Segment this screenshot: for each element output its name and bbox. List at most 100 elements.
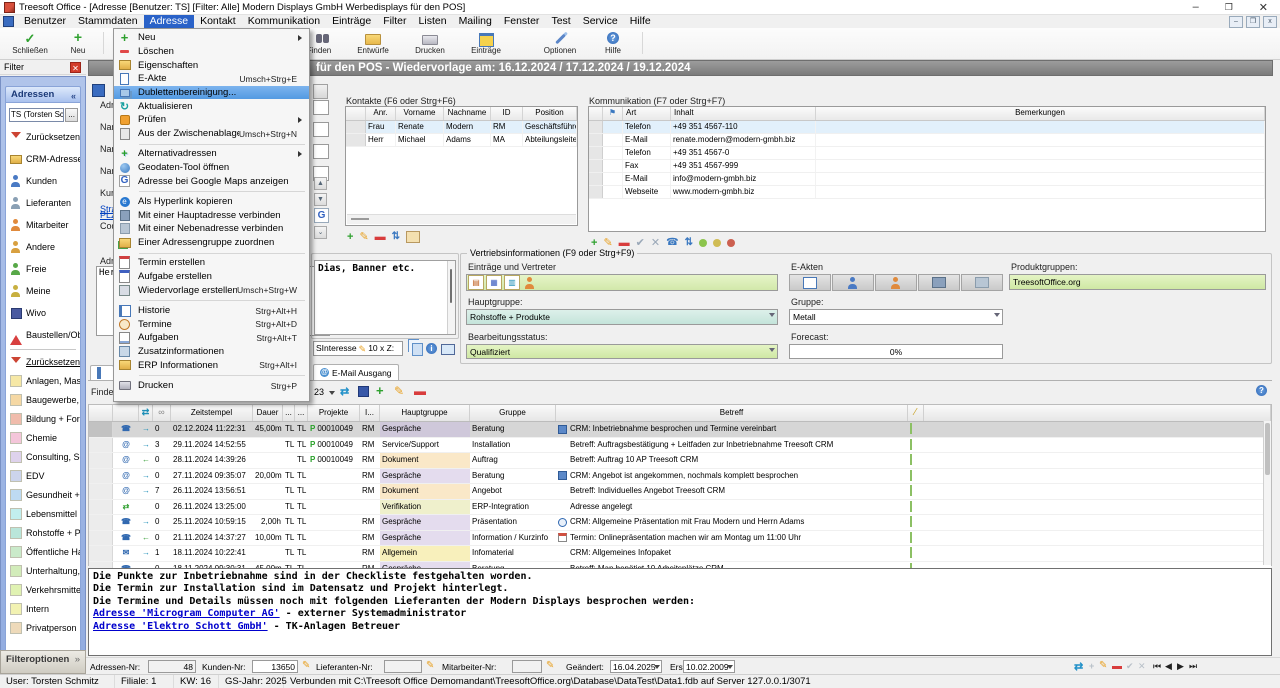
journal-row[interactable]: 0 28.11.2024 14:39:26 TL P00010049 RM Do… — [89, 453, 1271, 469]
card-entries-icon[interactable]: ▥ — [504, 275, 520, 290]
eakte-button[interactable] — [832, 274, 874, 291]
menu-item[interactable] — [114, 250, 309, 257]
menu-item[interactable]: ERP Informationen Strg+Alt+I — [114, 359, 309, 373]
menu-item[interactable]: Prüfen — [114, 113, 309, 127]
gruppe-select[interactable]: Metall — [789, 309, 1003, 325]
status-select[interactable]: Qualifiziert — [466, 344, 778, 359]
kommunikation-row[interactable]: E-Mail info@modern-gmbh.biz — [589, 173, 1265, 186]
menu-item[interactable]: E-Akte Umsch+Strg+E — [114, 72, 309, 86]
sidebar-category-item[interactable]: Chemie — [6, 428, 80, 447]
kontakt-row[interactable]: Herr Michael Adams MA Abteilungsleiter — [346, 134, 577, 147]
green-dot-icon[interactable] — [699, 239, 707, 247]
monitor-icon[interactable] — [441, 344, 455, 355]
journal-row[interactable]: 0 27.11.2024 09:35:07 20,00m TL TL P RM … — [89, 469, 1271, 485]
form-input-edge[interactable] — [313, 144, 329, 159]
close-icon[interactable]: ✕ — [1259, 1, 1268, 14]
menubar-item[interactable]: Einträge — [326, 15, 377, 28]
menu-item[interactable]: Historie Strg+Alt+H — [114, 304, 309, 318]
cancel-icon[interactable]: ✕ — [651, 237, 660, 249]
scroll-up-icon[interactable]: ▲ — [314, 177, 327, 190]
sidebar-filter-item[interactable]: Zurücksetzen — [6, 126, 80, 148]
filter-options-bar[interactable]: Filteroptionen» — [0, 650, 86, 674]
sidebar-filter-item[interactable]: Kunden — [6, 170, 80, 192]
form-input-edge[interactable] — [313, 100, 329, 115]
produktgruppen-field[interactable]: TreesoftOffice.org — [1009, 274, 1266, 290]
user-filter-input[interactable]: TS (Torsten Sch — [9, 108, 64, 122]
eakte-button[interactable] — [875, 274, 917, 291]
reset-filter-link[interactable]: Zurücksetzen — [6, 353, 80, 371]
list-entries-icon[interactable]: ▤ — [468, 275, 484, 290]
menu-item[interactable]: Adresse bei Google Maps anzeigen — [114, 174, 309, 188]
menu-item[interactable]: Aktualisieren — [114, 99, 309, 113]
menu-item[interactable] — [114, 297, 309, 304]
close-record-button[interactable]: ✓Schließen — [6, 30, 54, 57]
last-record-icon[interactable]: ⏭ — [1189, 661, 1197, 672]
lieferanten-nr-field[interactable] — [384, 660, 422, 673]
journal-row[interactable]: 1 18.11.2024 10:22:41 TL TL P RM Allgeme… — [89, 546, 1271, 562]
delete-icon[interactable]: ▬ — [375, 231, 386, 243]
prev-record-icon[interactable]: ◀ — [1165, 661, 1172, 672]
sidebar-filter-item[interactable]: CRM-Adressen — [6, 148, 80, 170]
menubar-item[interactable]: Listen — [413, 15, 453, 28]
restore-icon[interactable]: ❒ — [1225, 1, 1233, 14]
new-button[interactable]: +Neu — [58, 30, 98, 57]
sidebar-filter-item[interactable]: Meine — [6, 280, 80, 302]
menubar-item[interactable]: Stammdaten — [72, 15, 144, 28]
minimize-icon[interactable]: – — [1193, 1, 1199, 14]
options-button[interactable]: Optionen — [534, 30, 586, 57]
first-record-icon[interactable]: ⏮ — [1153, 661, 1161, 672]
menubar-item[interactable]: Service — [577, 15, 624, 28]
entry-count[interactable]: 23 — [314, 387, 324, 397]
next-record-icon[interactable]: ▶ — [1177, 661, 1184, 672]
journal-row[interactable]: 0 25.11.2024 10:59:15 2,00h TL TL P RM G… — [89, 515, 1271, 531]
menu-item[interactable]: Mit einer Nebenadresse verbinden — [114, 222, 309, 236]
menubar-item[interactable]: Hilfe — [624, 15, 657, 28]
delete-icon[interactable]: ▬ — [1112, 661, 1122, 673]
collapse-down-icon[interactable]: » — [75, 654, 80, 665]
kommunikation-row[interactable]: Webseite www.modern-gmbh.biz — [589, 186, 1265, 199]
sidebar-category-item[interactable]: Öffentliche Ha... — [6, 542, 80, 561]
menubar-item[interactable]: Test — [545, 15, 576, 28]
interesse-field[interactable]: SInteresse ✎ 10 x Z: — [313, 341, 403, 356]
sidebar-filter-item[interactable]: Freie — [6, 258, 80, 280]
add-icon[interactable]: + — [376, 385, 384, 397]
menu-item[interactable]: Geodaten-Tool öffnen — [114, 161, 309, 175]
menu-item[interactable]: Aufgaben Strg+Alt+T — [114, 331, 309, 345]
journal-table-header[interactable]: ⇄ ∞ Zeitstempel Dauer ... ... Projekte I… — [89, 405, 1271, 422]
mdi-restore-icon[interactable]: ❒ — [1246, 16, 1260, 28]
menu-item[interactable]: Termin erstellen — [114, 256, 309, 270]
red-dot-icon[interactable] — [727, 239, 735, 247]
calendar-entries-icon[interactable]: ▦ — [486, 275, 502, 290]
sidebar-category-item[interactable]: Unterhaltung, ... — [6, 561, 80, 580]
menu-item[interactable]: Drucken Strg+P — [114, 379, 309, 393]
menu-item[interactable] — [114, 141, 309, 148]
menu-item[interactable]: Zusatzinformationen — [114, 345, 309, 359]
collapse-icon[interactable]: « — [71, 88, 76, 104]
kommunikation-row[interactable]: Fax +49 351 4567-999 — [589, 160, 1265, 173]
sidebar-filter-item[interactable]: Mitarbeiter — [6, 214, 80, 236]
menubar-item[interactable]: Fenster — [498, 15, 546, 28]
kommunikation-row[interactable]: Telefon +49 351 4567-110 — [589, 121, 1265, 134]
edit-icon[interactable]: ✎ — [546, 660, 554, 671]
eakte-button[interactable] — [789, 274, 831, 291]
menubar-item[interactable]: Benutzer — [18, 15, 72, 28]
menu-item[interactable]: Neu — [114, 31, 309, 45]
menu-item[interactable]: Alternativadressen — [114, 147, 309, 161]
refresh-icon[interactable]: ⇄ — [340, 385, 349, 398]
memo-box[interactable]: Dias, Banner etc. — [314, 260, 456, 335]
address-link[interactable]: Adresse 'Elektro Schott GmbH' — [93, 621, 268, 632]
user-filter-more-button[interactable]: ... — [65, 108, 78, 122]
sidebar-category-item[interactable]: Baugewerbe, I... — [6, 390, 80, 409]
edit-icon[interactable]: ✎ — [302, 660, 310, 671]
add-icon[interactable]: + — [347, 231, 353, 243]
eakte-button[interactable] — [918, 274, 960, 291]
edit-icon[interactable]: ✎ — [1099, 660, 1107, 671]
menu-item[interactable]: Eigenschaften — [114, 58, 309, 72]
drafts-button[interactable]: Entwürfe — [346, 30, 400, 57]
sidebar-filter-item[interactable]: Lieferanten — [6, 192, 80, 214]
menu-item[interactable]: Als Hyperlink kopieren — [114, 195, 309, 209]
mitarbeiter-nr-field[interactable] — [512, 660, 542, 673]
filter-group-header[interactable]: Adressen« — [5, 86, 81, 103]
refresh-icon[interactable]: ⇄ — [1074, 660, 1083, 673]
menu-item[interactable]: Termine Strg+Alt+D — [114, 317, 309, 331]
